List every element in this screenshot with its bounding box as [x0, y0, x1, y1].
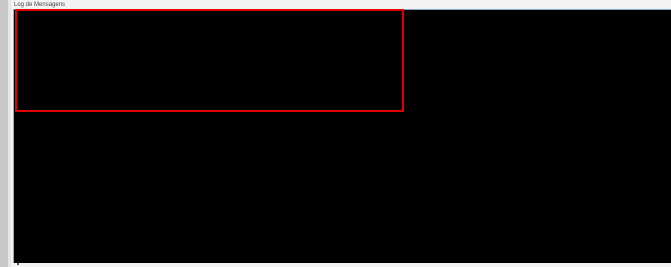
left-scroll-edge: [0, 0, 8, 267]
message-log-frame: [13, 9, 671, 263]
message-log-textarea[interactable]: [15, 11, 671, 263]
message-log-label: Log de Mensagens: [14, 2, 66, 8]
bottom-marker: [17, 263, 19, 265]
bottom-edge: [11, 263, 671, 267]
left-edge-divider: [8, 0, 11, 267]
message-log-window: Log de Mensagens: [0, 0, 671, 267]
